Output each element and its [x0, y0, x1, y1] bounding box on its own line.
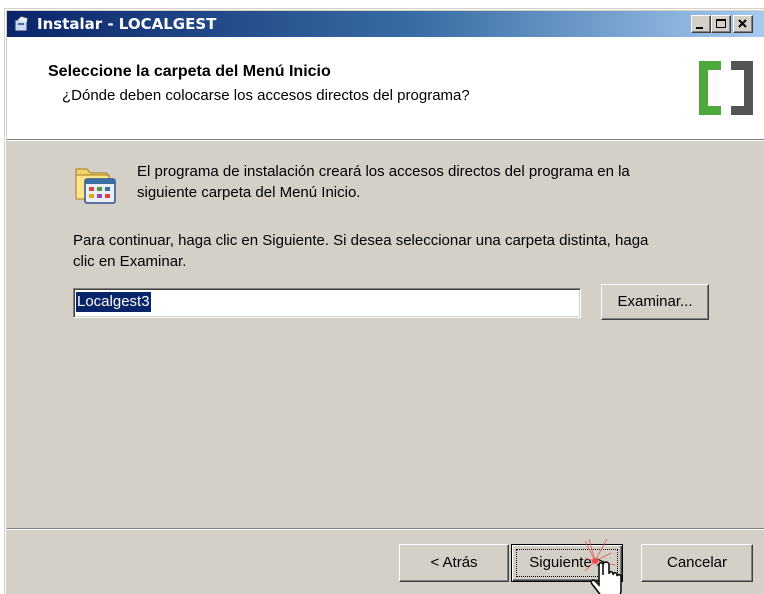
title-bar[interactable]: Instalar - LOCALGEST	[7, 11, 764, 37]
browse-button-label: Examinar...	[617, 293, 693, 310]
start-menu-folder-icon	[75, 168, 116, 204]
browse-button[interactable]: Examinar...	[601, 284, 709, 320]
close-icon	[738, 19, 747, 28]
back-button-label: < Atrás	[430, 554, 478, 571]
intro-text-line2: siguiente carpeta del Menú Inicio.	[137, 184, 361, 201]
window-title: Instalar - LOCALGEST	[37, 15, 217, 33]
brand-logo	[699, 61, 753, 115]
page-subtitle: ¿Dónde deben colocarse los accesos direc…	[62, 87, 470, 104]
folder-input-value: Localgest3	[76, 292, 151, 312]
intro-text-line1: El programa de instalación creará los ac…	[137, 163, 630, 180]
cancel-button[interactable]: Cancelar	[641, 544, 753, 582]
footer-separator	[7, 528, 764, 530]
maximize-button[interactable]	[711, 15, 731, 33]
page-title: Seleccione la carpeta del Menú Inicio	[48, 63, 331, 80]
instructions-line2: clic en Examinar.	[73, 253, 187, 270]
installer-window: Instalar - LOCALGEST Seleccione la carpe…	[4, 8, 764, 594]
maximize-icon	[716, 19, 726, 28]
start-menu-folder-input[interactable]: Localgest3	[73, 288, 581, 318]
minimize-button[interactable]	[691, 15, 711, 33]
instructions-line1: Para continuar, haga clic en Siguiente. …	[73, 232, 649, 249]
back-button[interactable]: < Atrás	[399, 544, 509, 582]
wizard-header: Seleccione la carpeta del Menú Inicio ¿D…	[7, 37, 764, 141]
minimize-icon	[696, 27, 703, 29]
close-button[interactable]	[733, 15, 753, 33]
cancel-button-label: Cancelar	[666, 554, 728, 571]
setup-icon	[14, 15, 29, 32]
hand-pointer-icon	[585, 539, 622, 594]
